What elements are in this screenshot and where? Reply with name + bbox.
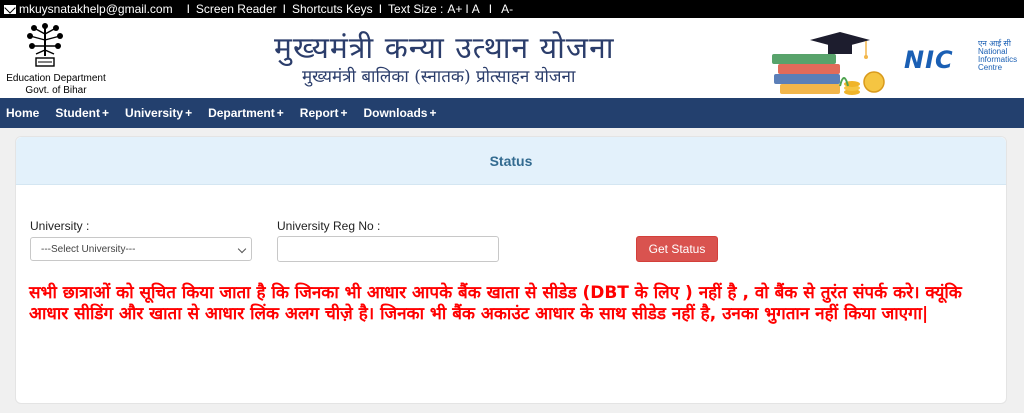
chevron-down-icon	[237, 244, 247, 254]
university-select[interactable]: ---Select University---	[30, 237, 252, 261]
aadhaar-seeding-notice: सभी छात्राओं को सूचित किया जाता है कि जि…	[29, 283, 962, 324]
plus-icon: +	[276, 106, 284, 120]
scheme-title: मुख्यमंत्री कन्या उत्थान योजना	[274, 31, 615, 66]
top-bar: mkuysnatakhelp@gmail.com I Screen Reader…	[0, 0, 1024, 18]
plus-icon: +	[429, 106, 437, 120]
nav-report[interactable]: Report +	[300, 106, 348, 120]
mail-icon	[4, 4, 16, 14]
nic-short: NIC	[904, 46, 954, 74]
nav-downloads-label: Downloads	[363, 106, 428, 120]
status-title: Status	[489, 152, 533, 169]
reg-no-input[interactable]	[277, 236, 499, 262]
nic-line-3: Centre	[978, 63, 1003, 72]
plus-icon: +	[185, 106, 193, 120]
separator: I	[378, 2, 383, 16]
dept-line-1: Education Department	[6, 73, 106, 84]
nav-student[interactable]: Student +	[55, 106, 109, 120]
text-size-increase[interactable]: A+	[447, 2, 462, 16]
shortcuts-keys-link[interactable]: Shortcuts Keys	[292, 2, 373, 16]
bodhi-tree-emblem-icon	[27, 23, 63, 67]
text-size-decrease[interactable]: A-	[501, 2, 513, 16]
nav-student-label: Student	[55, 106, 101, 120]
content-area: Status University : ---Select University…	[0, 128, 1024, 413]
main-nav: Home Student + University + Department + Re…	[0, 98, 1024, 128]
separator: I	[488, 2, 493, 16]
nic-full-name: एन आई सी National Informatics Centre	[978, 40, 1017, 72]
screen-reader-link[interactable]: Screen Reader	[196, 2, 277, 16]
books-graduation-cap-icon	[772, 32, 885, 95]
nav-home[interactable]: Home	[6, 106, 39, 120]
separator: I	[186, 2, 190, 16]
status-panel-header: Status	[16, 137, 1006, 185]
plus-icon: +	[102, 106, 110, 120]
text-size-normal[interactable]: A	[472, 2, 480, 16]
help-email[interactable]: mkuysnatakhelp@gmail.com	[19, 2, 173, 16]
nic-logo: NIC एन आई सी National Informatics Centre	[904, 40, 1022, 80]
nav-report-label: Report	[299, 106, 339, 120]
department-name: Education Department Govt. of Bihar	[4, 73, 108, 97]
separator: I	[465, 2, 469, 16]
site-header: Education Department Govt. of Bihar मुख्…	[0, 18, 1024, 98]
text-size-label: Text Size :	[388, 2, 444, 16]
status-panel: Status University : ---Select University…	[15, 136, 1007, 404]
dept-line-2: Govt. of Bihar	[25, 85, 87, 96]
scheme-subtitle: मुख्यमंत्री बालिका (स्नातक) प्रोत्साहन य…	[302, 67, 576, 87]
plus-icon: +	[340, 106, 348, 120]
nav-department[interactable]: Department +	[208, 106, 284, 120]
get-status-button[interactable]: Get Status	[636, 236, 718, 262]
nav-university[interactable]: University +	[125, 106, 192, 120]
university-label: University :	[30, 219, 90, 233]
nav-department-label: Department	[208, 106, 275, 120]
nav-downloads[interactable]: Downloads +	[363, 106, 436, 120]
university-select-value: ---Select University---	[41, 243, 136, 255]
nav-university-label: University	[125, 106, 184, 120]
reg-no-label: University Reg No :	[277, 219, 381, 233]
separator: I	[282, 2, 286, 16]
nav-home-label: Home	[6, 106, 40, 120]
